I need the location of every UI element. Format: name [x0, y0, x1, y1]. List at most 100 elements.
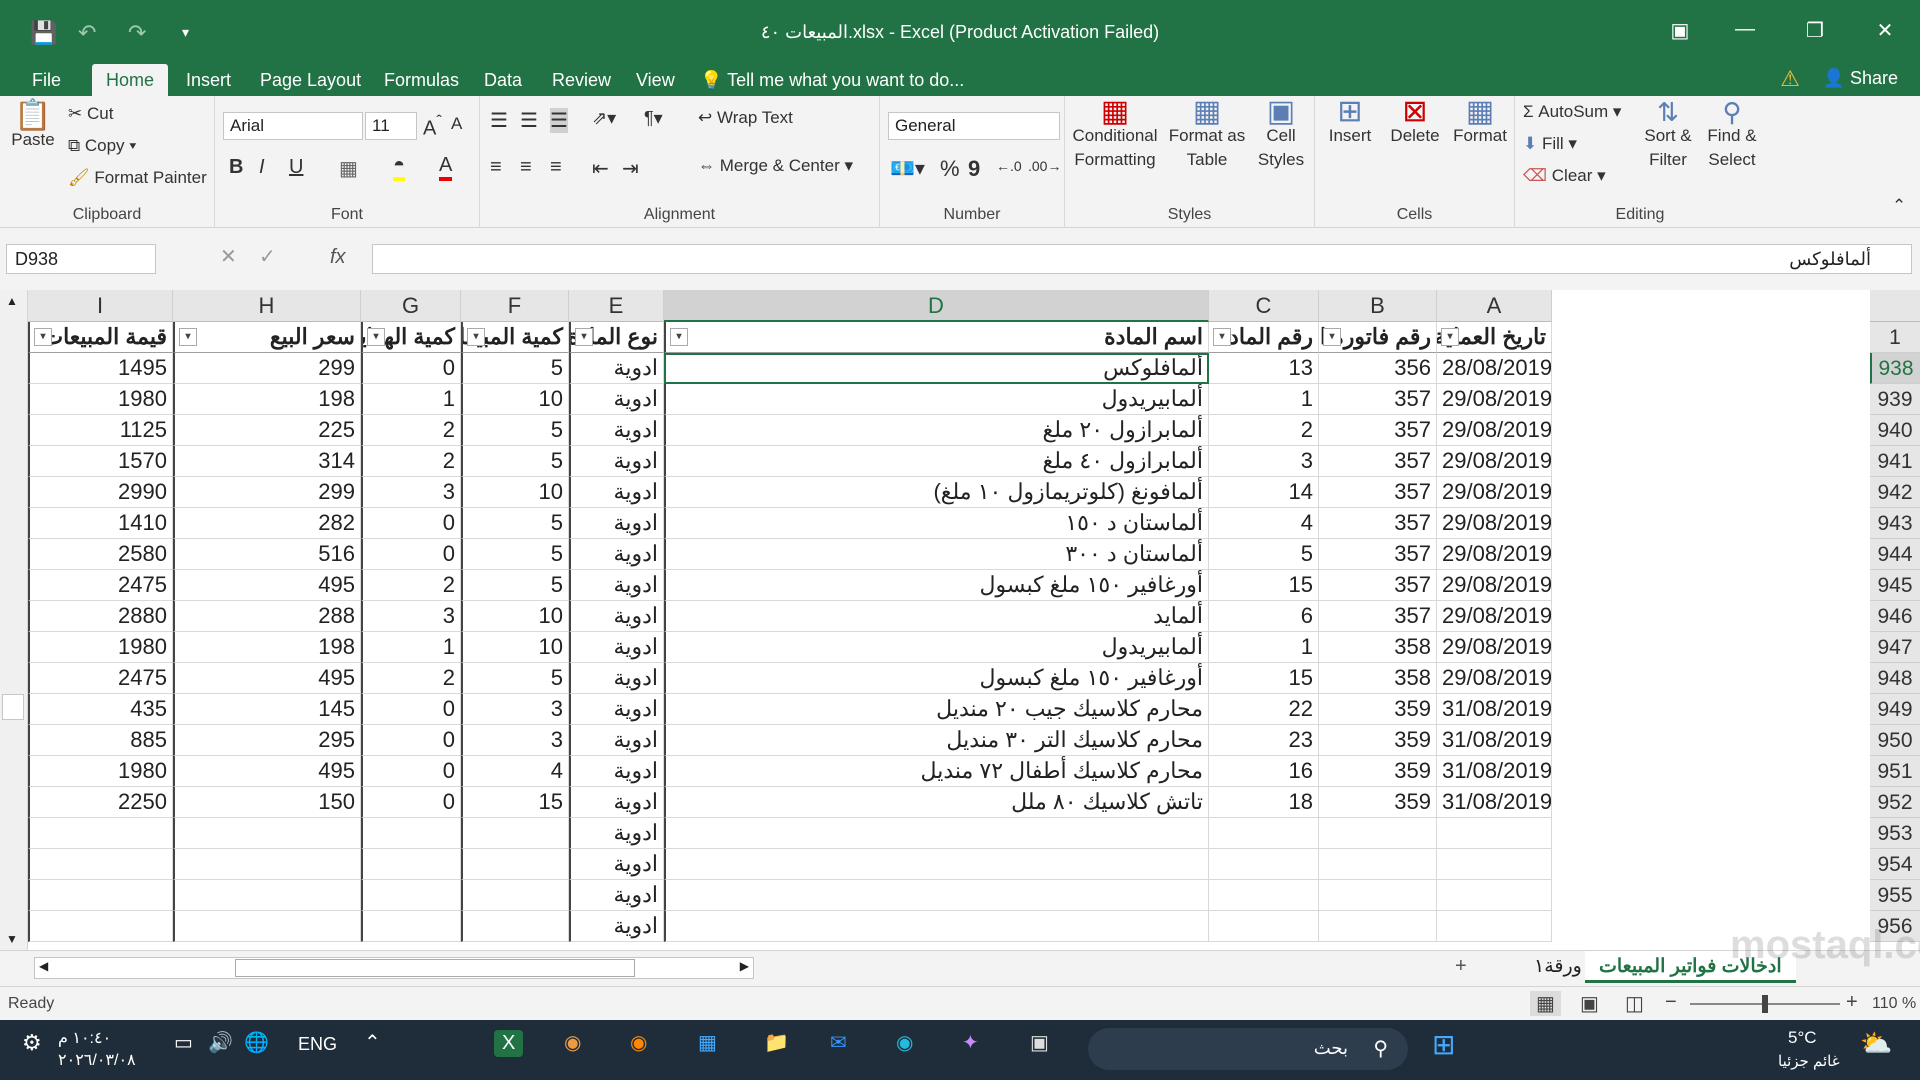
- warning-icon[interactable]: ⚠: [1780, 66, 1800, 92]
- column-header-i[interactable]: I: [28, 290, 173, 322]
- row-header[interactable]: 947: [1870, 632, 1920, 663]
- cell-f[interactable]: [461, 849, 569, 880]
- copilot-taskbar-icon[interactable]: ✦: [962, 1030, 979, 1055]
- row-header[interactable]: 942: [1870, 477, 1920, 508]
- cell-h[interactable]: 225: [173, 415, 361, 446]
- cell-b[interactable]: [1319, 818, 1437, 849]
- cell-a[interactable]: 29/08/2019: [1437, 508, 1552, 539]
- cell-d[interactable]: ألمابرازول ٢٠ ملغ: [664, 415, 1209, 446]
- cell-f[interactable]: 10: [461, 632, 569, 663]
- cancel-icon[interactable]: ✕: [220, 246, 237, 268]
- cell-h[interactable]: 299: [173, 353, 361, 384]
- tray-expand-icon[interactable]: ⌃: [364, 1030, 381, 1055]
- cell-i[interactable]: [28, 849, 173, 880]
- cell-a[interactable]: 31/08/2019: [1437, 756, 1552, 787]
- cell-i[interactable]: 2580: [28, 539, 173, 570]
- row-header[interactable]: 945: [1870, 570, 1920, 601]
- column-header-e[interactable]: E: [569, 290, 664, 322]
- cell-h[interactable]: 314: [173, 446, 361, 477]
- enter-icon[interactable]: ✓: [259, 246, 276, 268]
- middle-align-icon[interactable]: ☰: [520, 108, 538, 133]
- cell-i[interactable]: 2475: [28, 570, 173, 601]
- tab-data[interactable]: Data: [470, 64, 536, 96]
- cell-c[interactable]: 3: [1209, 446, 1319, 477]
- cell-d[interactable]: ألمايد: [664, 601, 1209, 632]
- cell-c[interactable]: [1209, 880, 1319, 911]
- ribbon-display-icon[interactable]: ▣: [1655, 18, 1705, 43]
- cell-d[interactable]: أورغافير ١٥٠ ملغ كبسول: [664, 570, 1209, 601]
- new-sheet-button[interactable]: +: [1455, 955, 1467, 978]
- cell-styles-button[interactable]: ▣ Cell Styles: [1251, 97, 1311, 172]
- scroll-down-icon[interactable]: ▼: [6, 932, 18, 946]
- grow-font-icon[interactable]: Aˆ: [423, 112, 442, 141]
- cell-c[interactable]: 1: [1209, 632, 1319, 663]
- cell-g[interactable]: 0: [361, 756, 461, 787]
- weather-cloud-icon[interactable]: ⛅: [1860, 1028, 1892, 1059]
- header-cell-b[interactable]: ▾رقم فاتورة البيع: [1319, 322, 1437, 353]
- cell-d[interactable]: [664, 880, 1209, 911]
- row-header[interactable]: 948: [1870, 663, 1920, 694]
- cell-b[interactable]: [1319, 880, 1437, 911]
- cell-f[interactable]: 5: [461, 415, 569, 446]
- collapse-ribbon-icon[interactable]: ⌃: [1892, 196, 1906, 216]
- cell-i[interactable]: 435: [28, 694, 173, 725]
- cell-d[interactable]: محارم كلاسيك أطفال ٧٢ منديل: [664, 756, 1209, 787]
- cell-d[interactable]: [664, 911, 1209, 942]
- cell-f[interactable]: 10: [461, 477, 569, 508]
- cell-i[interactable]: 1495: [28, 353, 173, 384]
- row-header[interactable]: 1: [1870, 322, 1920, 353]
- cell-a[interactable]: 29/08/2019: [1437, 415, 1552, 446]
- orientation-icon[interactable]: ⇗▾: [592, 108, 616, 129]
- tab-insert[interactable]: Insert: [172, 64, 245, 96]
- cell-f[interactable]: 4: [461, 756, 569, 787]
- row-header[interactable]: 941: [1870, 446, 1920, 477]
- language-indicator[interactable]: ENG: [298, 1034, 337, 1055]
- fill-button[interactable]: ⬇ Fill ▾: [1523, 134, 1577, 154]
- filter-dropdown-icon[interactable]: ▾: [575, 328, 593, 346]
- cell-e[interactable]: ادوية: [569, 384, 664, 415]
- tab-review[interactable]: Review: [538, 64, 625, 96]
- cell-c[interactable]: 4: [1209, 508, 1319, 539]
- cell-c[interactable]: 18: [1209, 787, 1319, 818]
- cell-b[interactable]: 357: [1319, 570, 1437, 601]
- cell-a[interactable]: [1437, 911, 1552, 942]
- cell-i[interactable]: 885: [28, 725, 173, 756]
- bottom-align-icon[interactable]: ☰: [550, 108, 568, 133]
- cell-e[interactable]: ادوية: [569, 787, 664, 818]
- cell-e[interactable]: ادوية: [569, 756, 664, 787]
- cell-f[interactable]: 5: [461, 570, 569, 601]
- app-taskbar-icon[interactable]: ▦: [698, 1030, 717, 1055]
- cell-e[interactable]: ادوية: [569, 539, 664, 570]
- cell-a[interactable]: [1437, 818, 1552, 849]
- cell-e[interactable]: ادوية: [569, 415, 664, 446]
- column-header-d[interactable]: D: [664, 290, 1209, 322]
- increase-decimal-icon[interactable]: ←.0: [996, 158, 1022, 174]
- row-header[interactable]: 943: [1870, 508, 1920, 539]
- cell-f[interactable]: [461, 880, 569, 911]
- zoom-level[interactable]: 110 %: [1872, 995, 1916, 1013]
- cell-h[interactable]: 495: [173, 756, 361, 787]
- cell-a[interactable]: 29/08/2019: [1437, 570, 1552, 601]
- settings-tray-icon[interactable]: ⚙: [22, 1030, 42, 1056]
- row-header[interactable]: 955: [1870, 880, 1920, 911]
- align-right-icon[interactable]: ≡: [550, 156, 562, 179]
- scroll-up-icon[interactable]: ▲: [6, 294, 18, 308]
- tab-home[interactable]: Home: [92, 64, 169, 96]
- row-header[interactable]: 954: [1870, 849, 1920, 880]
- minimize-button[interactable]: —: [1720, 18, 1770, 41]
- decrease-decimal-icon[interactable]: .00→: [1028, 158, 1061, 174]
- cell-b[interactable]: 359: [1319, 787, 1437, 818]
- font-size-select[interactable]: 11: [365, 112, 417, 140]
- column-header-a[interactable]: A: [1437, 290, 1552, 322]
- cell-i[interactable]: 2250: [28, 787, 173, 818]
- filter-dropdown-icon[interactable]: ▾: [1323, 328, 1341, 346]
- cell-g[interactable]: 1: [361, 632, 461, 663]
- cell-h[interactable]: [173, 849, 361, 880]
- row-header[interactable]: 950: [1870, 725, 1920, 756]
- cell-a[interactable]: 29/08/2019: [1437, 539, 1552, 570]
- cell-b[interactable]: 359: [1319, 694, 1437, 725]
- cell-g[interactable]: [361, 880, 461, 911]
- cell-d[interactable]: [664, 818, 1209, 849]
- cell-b[interactable]: 359: [1319, 756, 1437, 787]
- horizontal-scrollbar[interactable]: ◀ ▶: [34, 957, 754, 979]
